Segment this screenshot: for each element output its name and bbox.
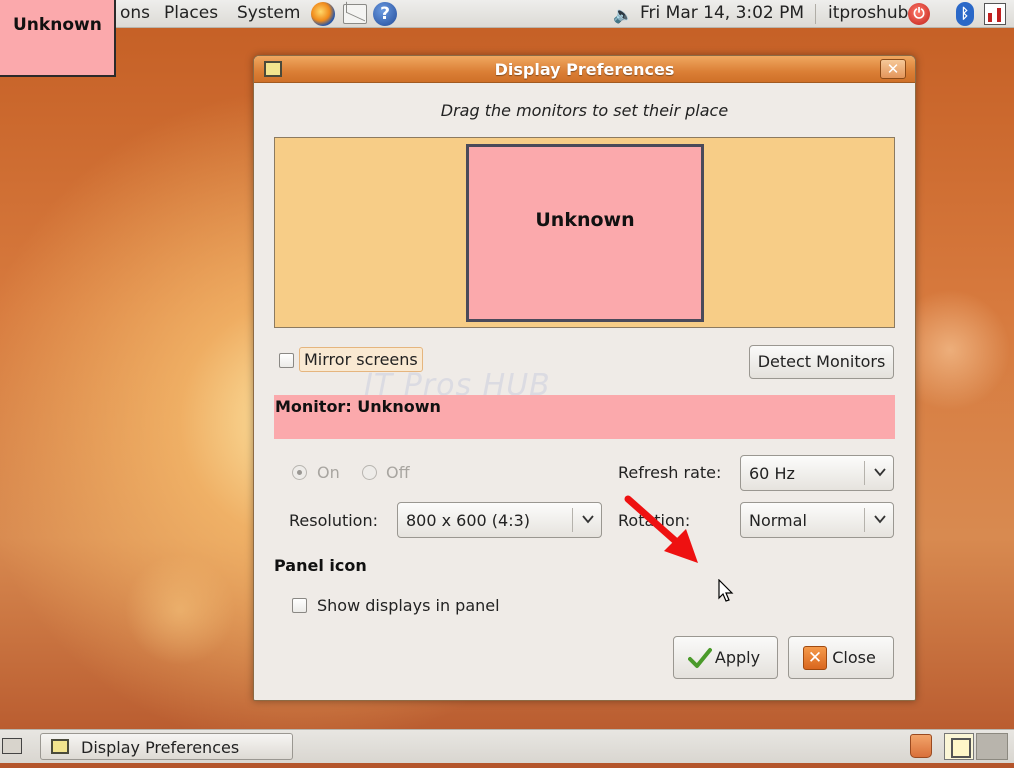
monitor-off-radio[interactable] <box>362 465 377 480</box>
show-displays-label[interactable]: Show displays in panel <box>317 596 500 615</box>
monitor-layout-area[interactable]: Unknown <box>274 137 895 328</box>
annotation-arrow-icon <box>624 495 698 563</box>
chevron-down-icon <box>874 468 886 477</box>
display-preferences-window: Display Preferences ✕ Drag the monitors … <box>253 55 916 701</box>
monitor-box[interactable]: Unknown <box>466 144 704 322</box>
apply-button[interactable]: Apply <box>673 636 778 679</box>
combo-separator <box>864 508 865 532</box>
monitor-header-title: Monitor: Unknown <box>275 397 441 416</box>
power-icon[interactable]: ⏻ <box>908 3 930 25</box>
instructions-text: Drag the monitors to set their place <box>440 101 729 120</box>
panel-icon-heading: Panel icon <box>274 556 367 575</box>
taskbar-item-label: Display Preferences <box>81 738 240 757</box>
trash-icon[interactable] <box>910 734 932 758</box>
close-icon: ✕ <box>803 646 827 670</box>
apply-button-label: Apply <box>714 648 761 667</box>
help-icon[interactable]: ? <box>373 2 397 26</box>
detect-monitors-button[interactable]: Detect Monitors <box>749 345 894 379</box>
refresh-rate-select[interactable]: 60 Hz <box>740 455 894 491</box>
firefox-icon[interactable] <box>311 2 335 26</box>
refresh-rate-label: Refresh rate: <box>618 463 722 482</box>
monitor-identify-text: Unknown <box>13 15 102 35</box>
combo-separator <box>864 461 865 485</box>
top-panel: ons Places System ? 🔈 Fri Mar 14, 3:02 P… <box>0 0 1014 28</box>
menu-applications[interactable]: ons <box>120 3 150 23</box>
bottom-panel: Display Preferences <box>0 729 1014 763</box>
show-displays-checkbox[interactable] <box>292 598 307 613</box>
refresh-rate-value: 60 Hz <box>749 464 795 483</box>
titlebar[interactable]: Display Preferences ✕ <box>254 56 915 83</box>
close-button[interactable]: ✕ Close <box>788 636 894 679</box>
display-icon <box>51 739 69 754</box>
resolution-select[interactable]: 800 x 600 (4:3) <box>397 502 602 538</box>
combo-separator <box>572 508 573 532</box>
network-icon[interactable] <box>984 3 1006 25</box>
chevron-down-icon <box>874 515 886 524</box>
monitor-identify-label: Unknown <box>0 0 116 77</box>
mirror-screens-checkbox[interactable] <box>279 353 294 368</box>
volume-icon[interactable]: 🔈 <box>613 5 633 24</box>
panel-separator <box>815 4 816 24</box>
resolution-label: Resolution: <box>289 511 378 530</box>
chevron-down-icon <box>582 515 594 524</box>
checkmark-icon <box>688 648 712 668</box>
close-button-label: Close <box>832 648 876 667</box>
clock[interactable]: Fri Mar 14, 3:02 PM <box>640 3 804 23</box>
monitor-box-label: Unknown <box>535 209 635 231</box>
workspace-switcher-2[interactable] <box>976 733 1008 760</box>
window-close-button[interactable]: ✕ <box>880 59 906 79</box>
show-desktop-icon[interactable] <box>2 738 22 754</box>
monitor-on-label: On <box>317 463 340 482</box>
rotation-value: Normal <box>749 511 807 530</box>
rotation-select[interactable]: Normal <box>740 502 894 538</box>
window-title: Display Preferences <box>494 60 675 79</box>
resolution-value: 800 x 600 (4:3) <box>406 511 531 530</box>
monitor-header: Monitor: Unknown <box>274 395 895 439</box>
workspace-switcher-1[interactable] <box>944 733 974 760</box>
menu-system[interactable]: System <box>237 3 300 23</box>
mail-icon[interactable] <box>343 4 367 24</box>
taskbar-item-display-preferences[interactable]: Display Preferences <box>40 733 293 760</box>
monitor-on-radio[interactable] <box>292 465 307 480</box>
menu-places[interactable]: Places <box>164 3 218 23</box>
mouse-cursor-icon <box>718 579 734 602</box>
monitor-off-label: Off <box>386 463 410 482</box>
user-menu[interactable]: itproshub <box>828 3 908 23</box>
bluetooth-icon[interactable]: ᛒ <box>956 2 974 26</box>
